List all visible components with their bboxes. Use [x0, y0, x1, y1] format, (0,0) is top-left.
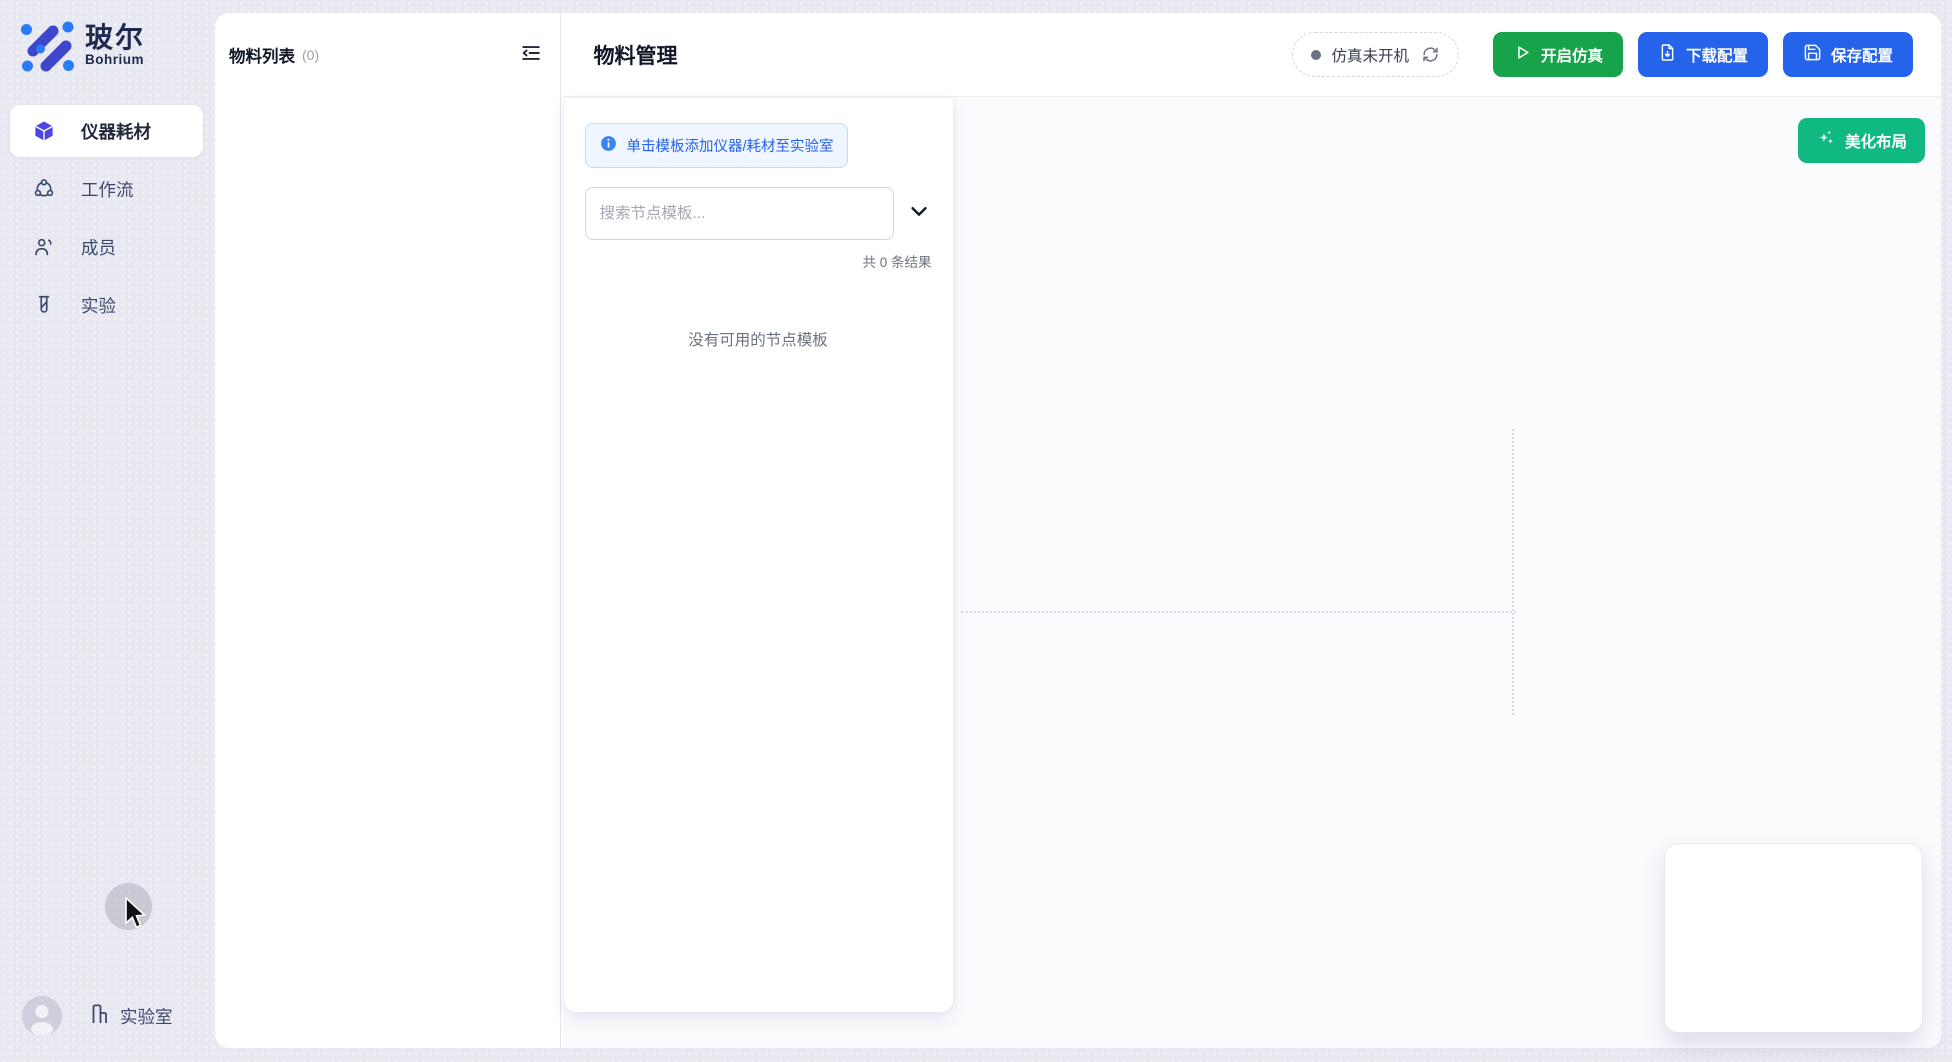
brand-text: 玻尔 Bohrium: [85, 23, 145, 67]
template-empty-message: 没有可用的节点模板: [585, 328, 932, 350]
template-hint-text: 单击模板添加仪器/耗材至实验室: [627, 135, 834, 156]
users-icon: [33, 236, 55, 258]
materials-list-panel: 物料列表 (0): [215, 13, 561, 1048]
workspace-switcher[interactable]: 实验室: [88, 1002, 173, 1031]
sidebar-item-label: 成员: [81, 235, 116, 260]
template-panel: 单击模板添加仪器/耗材至实验室 共 0 条结果 没有可用的节点模板: [564, 98, 953, 1012]
simulation-status-label: 仿真未开机: [1331, 44, 1409, 66]
template-hint-banner: 单击模板添加仪器/耗材至实验室: [585, 123, 848, 168]
minimap-panel: [1664, 843, 1923, 1033]
save-icon: [1803, 43, 1822, 67]
user-avatar[interactable]: [22, 996, 62, 1036]
materials-list-header: 物料列表 (0): [215, 13, 560, 97]
canvas-guide-horizontal: [961, 611, 1516, 613]
main-area: 物料管理 仿真未开机 开启仿真 下载配置 保存配置: [563, 13, 1942, 1048]
start-simulation-button[interactable]: 开启仿真: [1493, 32, 1623, 77]
download-config-button[interactable]: 下载配置: [1638, 32, 1768, 77]
sidebar-nav: 仪器耗材 工作流 成员 实验: [10, 105, 203, 337]
sidebar-item-instruments[interactable]: 仪器耗材: [10, 105, 203, 157]
page-title: 物料管理: [594, 40, 678, 70]
brand-name-en: Bohrium: [85, 52, 145, 67]
sidebar-item-workflow[interactable]: 工作流: [10, 163, 203, 215]
sidebar-item-members[interactable]: 成员: [10, 221, 203, 273]
sidebar-item-experiments[interactable]: 实验: [10, 279, 203, 331]
template-search-row: [585, 187, 932, 240]
template-search-input[interactable]: [585, 187, 894, 240]
workflow-icon: [33, 178, 55, 200]
refresh-status-icon[interactable]: [1421, 45, 1440, 64]
template-result-count: 共 0 条结果: [585, 251, 932, 271]
status-dot: [1311, 50, 1321, 60]
expand-templates-button[interactable]: [906, 201, 932, 227]
sidebar-item-label: 工作流: [81, 177, 134, 202]
download-config-label: 下载配置: [1686, 44, 1748, 66]
layout-canvas[interactable]: 单击模板添加仪器/耗材至实验室 共 0 条结果 没有可用的节点模板 美化布局: [563, 97, 1942, 1048]
start-simulation-label: 开启仿真: [1541, 44, 1603, 66]
mouse-cursor: [124, 897, 150, 933]
play-icon: [1513, 43, 1532, 67]
bohrium-logo-icon: [17, 16, 75, 74]
brand-logo: 玻尔 Bohrium: [0, 0, 215, 74]
workspace-label: 实验室: [120, 1004, 173, 1029]
simulation-status-pill: 仿真未开机: [1292, 32, 1459, 77]
materials-list-count: (0): [302, 47, 319, 63]
beautify-layout-label: 美化布局: [1845, 130, 1907, 152]
collapse-panel-button[interactable]: [518, 42, 544, 68]
materials-list-title: 物料列表: [229, 43, 295, 67]
chevron-down-icon: [908, 200, 930, 227]
outdent-icon: [520, 42, 542, 69]
main-header: 物料管理 仿真未开机 开启仿真 下载配置 保存配置: [563, 13, 1942, 97]
save-config-label: 保存配置: [1831, 44, 1893, 66]
info-icon: [599, 134, 618, 157]
beautify-layout-button[interactable]: 美化布局: [1798, 118, 1925, 163]
canvas-guide-vertical: [1512, 429, 1514, 715]
sidebar-footer: 实验室: [22, 996, 173, 1036]
sparkles-icon: [1816, 128, 1836, 153]
content-card: 物料列表 (0) 物料管理 仿真未开机 开启仿真 下: [215, 13, 1941, 1048]
sidebar-item-label: 仪器耗材: [81, 119, 151, 144]
cube-icon: [33, 120, 55, 142]
test-tube-icon: [33, 294, 55, 316]
file-download-icon: [1658, 43, 1677, 67]
save-config-button[interactable]: 保存配置: [1783, 32, 1913, 77]
sidebar-item-label: 实验: [81, 293, 116, 318]
brand-name-zh: 玻尔: [85, 23, 145, 52]
building-icon: [88, 1002, 112, 1031]
